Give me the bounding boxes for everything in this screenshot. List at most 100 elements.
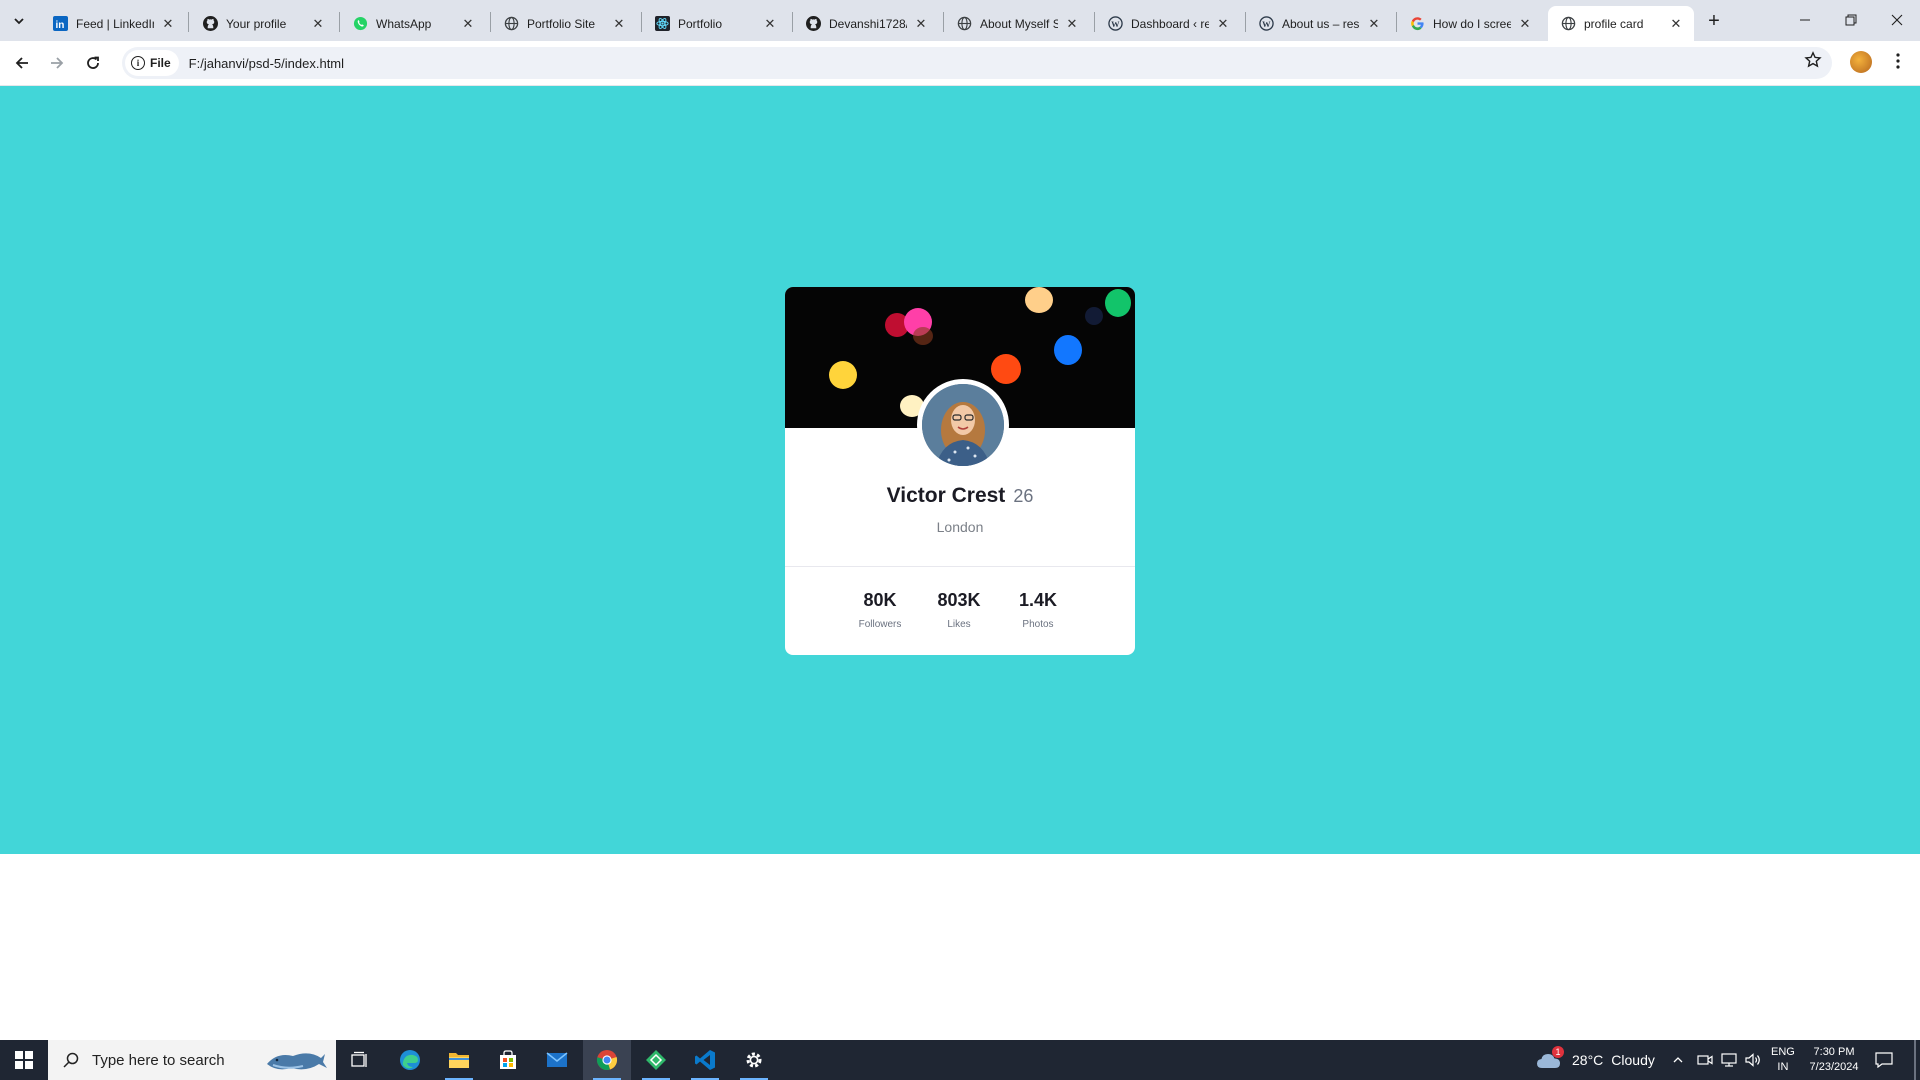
tab-google-search[interactable]: How do I scree ✕ [1397, 6, 1543, 41]
tab-close-icon[interactable]: ✕ [762, 16, 778, 32]
tab-title: About Myself S [980, 16, 1058, 31]
tab-about-myself[interactable]: About Myself S ✕ [944, 6, 1090, 41]
wordpress-icon: W [1107, 16, 1123, 32]
weather-widget[interactable]: 1 28°C Cloudy [1536, 1040, 1655, 1080]
browser-menu-icon[interactable] [1886, 49, 1910, 77]
linkedin-icon: in [52, 16, 68, 32]
tab-close-icon[interactable]: ✕ [1215, 16, 1231, 32]
stat-value: 1.4K [1018, 590, 1058, 610]
new-tab-button[interactable]: + [1702, 10, 1726, 34]
svg-text:in: in [55, 20, 64, 31]
tab-close-icon[interactable]: ✕ [913, 16, 929, 32]
git-app-icon[interactable] [632, 1040, 680, 1080]
reload-icon[interactable] [79, 49, 107, 77]
close-window-icon[interactable] [1874, 8, 1920, 32]
notifications-icon[interactable] [1875, 1040, 1893, 1080]
forward-arrow-icon[interactable] [43, 49, 71, 77]
chrome-icon[interactable] [583, 1040, 631, 1080]
bokeh-light [829, 361, 857, 389]
stat-label: Likes [947, 619, 971, 630]
tab-title: profile card [1584, 16, 1644, 31]
stat-label: Followers [858, 619, 902, 630]
tab-github-profile[interactable]: Your profile ✕ [190, 6, 336, 41]
stat-value: 80K [863, 590, 897, 610]
bokeh-light [1025, 287, 1053, 313]
vscode-icon[interactable] [681, 1040, 729, 1080]
tab-close-icon[interactable]: ✕ [460, 16, 476, 32]
tab-close-icon[interactable]: ✕ [160, 16, 176, 32]
react-icon [654, 16, 670, 32]
site-info-label: File [150, 56, 171, 70]
edge-icon[interactable] [386, 1040, 434, 1080]
github-icon [202, 16, 218, 32]
meet-now-icon[interactable] [1697, 1040, 1713, 1080]
tab-github-repo[interactable]: Devanshi1728/ ✕ [793, 6, 939, 41]
minimize-icon[interactable] [1782, 8, 1828, 32]
stat-label: Photos [1022, 619, 1054, 630]
taskbar-search-input[interactable]: Type here to search [48, 1040, 336, 1080]
clock-time: 7:30 PM [1813, 1046, 1855, 1058]
tab-portfolio[interactable]: Portfolio ✕ [642, 6, 788, 41]
bookmark-star-icon[interactable] [1804, 51, 1822, 74]
bokeh-light [991, 354, 1021, 384]
mail-icon[interactable] [533, 1040, 581, 1080]
svg-text:W: W [1262, 19, 1271, 29]
weather-condition: Cloudy [1611, 1052, 1655, 1068]
profile-city: London [936, 519, 984, 535]
file-explorer-icon[interactable] [435, 1040, 483, 1080]
tab-linkedin[interactable]: in Feed | LinkedIn ✕ [40, 6, 186, 41]
cloudy-weather-icon: 1 [1536, 1046, 1564, 1070]
url-text[interactable]: F:/jahanvi/psd-5/index.html [189, 56, 344, 71]
tab-close-icon[interactable]: ✕ [1517, 16, 1533, 32]
settings-icon[interactable] [730, 1040, 778, 1080]
card-name-row: Victor Crest 26 [785, 484, 1135, 508]
tab-close-icon[interactable]: ✕ [1668, 16, 1684, 32]
tab-portfolio-site[interactable]: Portfolio Site ✕ [491, 6, 637, 41]
globe-icon [503, 16, 519, 32]
tab-profile-card[interactable]: profile card ✕ [1548, 6, 1694, 41]
task-view-icon[interactable] [336, 1040, 384, 1080]
tab-title: Devanshi1728/ [829, 16, 907, 31]
show-desktop-button[interactable] [1914, 1040, 1916, 1080]
tab-close-icon[interactable]: ✕ [310, 16, 326, 32]
browser-toolbar: i File F:/jahanvi/psd-5/index.html [0, 41, 1920, 86]
profile-age: 26 [1013, 486, 1034, 506]
tab-title: About us – resi [1282, 16, 1360, 31]
tab-search-chevron-icon[interactable] [6, 8, 32, 34]
back-arrow-icon[interactable] [8, 49, 36, 77]
windows-start-icon[interactable] [0, 1040, 48, 1080]
search-highlight-whale-icon [263, 1044, 327, 1080]
address-bar[interactable]: i File F:/jahanvi/psd-5/index.html [122, 47, 1832, 79]
tab-whatsapp[interactable]: WhatsApp ✕ [340, 6, 486, 41]
tab-close-icon[interactable]: ✕ [1064, 16, 1080, 32]
microsoft-store-icon[interactable] [484, 1040, 532, 1080]
input-language-indicator[interactable]: ENG IN [1771, 1040, 1795, 1080]
browser-profile-avatar[interactable] [1850, 51, 1872, 73]
stat-likes: 803K Likes [919, 590, 999, 630]
clock[interactable]: 7:30 PM 7/23/2024 [1808, 1040, 1860, 1080]
svg-text:W: W [1111, 19, 1120, 29]
search-icon [62, 1051, 80, 1069]
bokeh-light [1054, 335, 1082, 365]
bokeh-light [1105, 289, 1131, 317]
wordpress-icon: W [1258, 16, 1274, 32]
tab-wp-dashboard[interactable]: W Dashboard ‹ re ✕ [1095, 6, 1241, 41]
language-region: IN [1777, 1061, 1789, 1073]
tab-title: Portfolio Site [527, 16, 596, 31]
tab-wp-about-us[interactable]: W About us – resi ✕ [1246, 6, 1392, 41]
tab-close-icon[interactable]: ✕ [1366, 16, 1382, 32]
language-code: ENG [1771, 1046, 1795, 1058]
tab-close-icon[interactable]: ✕ [611, 16, 627, 32]
info-icon: i [131, 56, 145, 70]
restore-icon[interactable] [1828, 8, 1874, 32]
show-hidden-icons-chevron-icon[interactable] [1672, 1040, 1684, 1080]
weather-temp: 28°C [1572, 1052, 1604, 1068]
site-info-chip[interactable]: i File [125, 50, 179, 76]
tab-title: Feed | LinkedIn [76, 16, 154, 31]
volume-icon[interactable] [1745, 1040, 1761, 1080]
tab-title: Portfolio [678, 16, 723, 31]
tab-title: How do I scree [1433, 16, 1511, 31]
search-placeholder: Type here to search [92, 1051, 225, 1069]
network-icon[interactable] [1721, 1040, 1737, 1080]
globe-icon [1560, 16, 1576, 32]
